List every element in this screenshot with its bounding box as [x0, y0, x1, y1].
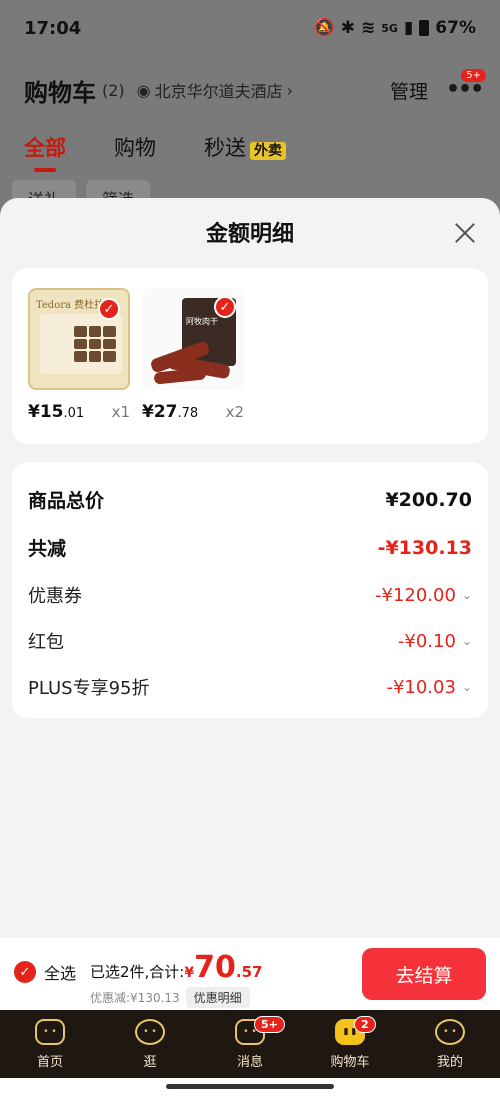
- chevron-right-icon: ›: [286, 80, 294, 100]
- messages-badge: 5+: [254, 1016, 285, 1033]
- network-label: 5G: [381, 21, 398, 35]
- product-image: 阿牧肉干 ✓: [142, 288, 244, 390]
- checkmark-icon: ✓: [98, 298, 120, 320]
- nav-profile[interactable]: • • 我的: [400, 1010, 500, 1078]
- nav-label: 消息: [236, 1054, 263, 1070]
- cart-header: 购物车 (2) ◉ 北京华尔道夫酒店 › 管理 ••• 5+: [24, 68, 486, 112]
- select-all-toggle[interactable]: ✓ 全选: [14, 960, 76, 984]
- takeout-badge: 外卖: [250, 142, 286, 160]
- products-card: Tedora 费杜拉 ✓ ¥15.01 x1 阿牧肉干 ✓ ¥27.78 x2: [12, 268, 488, 444]
- eye-icon: ◉: [136, 80, 151, 100]
- plus-discount-value: -¥10.03 ⌄: [386, 676, 472, 698]
- home-indicator-bar[interactable]: [166, 1084, 334, 1089]
- redpacket-value: -¥0.10 ⌄: [397, 630, 472, 652]
- checkout-totals: 已选2件,合计: ¥70.57 优惠减:¥130.13 优惠明细: [90, 950, 262, 1008]
- product-item[interactable]: Tedora 费杜拉 ✓ ¥15.01 x1: [28, 288, 130, 422]
- nav-label: 首页: [36, 1054, 63, 1070]
- product-brand: 阿牧肉干: [186, 317, 218, 326]
- discount-line: 优惠减:¥130.13 优惠明细: [90, 987, 262, 1008]
- tab-express-label: 秒送: [204, 136, 246, 160]
- more-button[interactable]: ••• 5+: [446, 69, 486, 105]
- close-icon[interactable]: [450, 218, 480, 248]
- chevron-down-icon: ⌄: [461, 680, 472, 694]
- total-amount: ¥70.57: [184, 950, 263, 985]
- checkmark-icon: ✓: [214, 296, 236, 318]
- mute-icon: 🔕: [313, 18, 335, 38]
- nav-browse[interactable]: • • 逛: [100, 1010, 200, 1078]
- cart-count: (2): [102, 80, 125, 100]
- profile-icon: • •: [435, 1018, 465, 1045]
- manage-button[interactable]: 管理: [390, 77, 428, 104]
- chevron-down-icon: ⌄: [461, 588, 472, 602]
- plus-discount-label: PLUS专享95折: [28, 678, 150, 699]
- coupon-row[interactable]: 优惠券 -¥120.00 ⌄: [28, 582, 472, 608]
- sheet-title: 金额明细: [205, 222, 294, 247]
- battery-percent: 67%: [435, 18, 476, 38]
- plus-discount-row[interactable]: PLUS专享95折 -¥10.03 ⌄: [28, 674, 472, 700]
- coupon-value: -¥120.00 ⌄: [375, 584, 472, 606]
- total-price-value: ¥200.70: [385, 488, 472, 511]
- chocolate-grid-graphic: [74, 326, 116, 362]
- product-price: ¥27.78: [142, 402, 199, 422]
- selected-count-text: 已选2件,合计:: [90, 963, 185, 981]
- tab-express[interactable]: 秒送 外卖: [204, 132, 286, 162]
- total-reduce-value: -¥130.13: [377, 536, 472, 559]
- home-icon: • •: [35, 1018, 65, 1045]
- total-price-row: 商品总价 ¥200.70: [28, 486, 472, 513]
- select-all-label: 全选: [44, 964, 77, 983]
- product-meta: ¥15.01 x1: [28, 402, 130, 422]
- amount-detail-sheet: 金额明细 Tedora 费杜拉 ✓ ¥15.01 x1 阿牧肉干 ✓ ¥27.7…: [0, 198, 500, 938]
- signal-icon: ▮: [403, 18, 414, 38]
- nav-label: 逛: [143, 1054, 157, 1070]
- total-reduce-label: 共减: [28, 538, 67, 560]
- more-badge: 5+: [461, 69, 486, 82]
- nav-label: 我的: [436, 1054, 463, 1070]
- product-price: ¥15.01: [28, 402, 85, 422]
- total-price-label: 商品总价: [28, 490, 105, 512]
- wifi-icon: ≋: [361, 18, 376, 38]
- product-meta: ¥27.78 x2: [142, 402, 244, 422]
- product-item[interactable]: 阿牧肉干 ✓ ¥27.78 x2: [142, 288, 244, 422]
- total-line: 已选2件,合计: ¥70.57: [90, 950, 262, 985]
- status-time: 17:04: [24, 17, 82, 39]
- checkout-bar: ✓ 全选 已选2件,合计: ¥70.57 优惠减:¥130.13 优惠明细 去结…: [0, 938, 500, 1010]
- coupon-label: 优惠券: [28, 586, 82, 607]
- total-reduce-row: 共减 -¥130.13: [28, 534, 472, 561]
- discount-detail-button[interactable]: 优惠明细: [185, 987, 250, 1008]
- product-quantity: x1: [111, 403, 130, 421]
- battery-icon: [419, 20, 430, 36]
- status-icons: 🔕 ✱ ≋ 5G ▮ 67%: [314, 18, 476, 38]
- nav-label: 购物车: [330, 1054, 370, 1070]
- tab-all[interactable]: 全部: [24, 132, 66, 172]
- nav-cart[interactable]: ▮ ▮ 2 购物车: [300, 1010, 400, 1078]
- checkout-button[interactable]: 去结算: [362, 948, 486, 1000]
- nav-messages[interactable]: • • 5+ 消息: [200, 1010, 300, 1078]
- home-indicator: [0, 1078, 500, 1100]
- bottom-nav: • • 首页 • • 逛 • • 5+ 消息 ▮ ▮ 2 购物车 • • 我的: [0, 1010, 500, 1078]
- discount-text: 优惠减:¥130.13: [90, 991, 180, 1005]
- cart-tabs: 全部 购物 秒送 外卖: [24, 132, 286, 172]
- redpacket-label: 红包: [28, 632, 64, 653]
- delivery-location[interactable]: ◉ 北京华尔道夫酒店 ›: [137, 78, 293, 102]
- product-image: Tedora 费杜拉 ✓: [28, 288, 130, 390]
- chevron-down-icon: ⌄: [461, 634, 472, 648]
- browse-icon: • •: [135, 1018, 165, 1045]
- product-brand: Tedora 费杜拉: [36, 300, 105, 311]
- nav-home[interactable]: • • 首页: [0, 1010, 100, 1078]
- location-text: 北京华尔道夫酒店: [154, 82, 283, 101]
- cart-badge: 2: [354, 1016, 376, 1033]
- cart-title: 购物车: [24, 78, 96, 107]
- status-bar: 17:04 🔕 ✱ ≋ 5G ▮ 67%: [0, 0, 500, 56]
- redpacket-row[interactable]: 红包 -¥0.10 ⌄: [28, 628, 472, 654]
- tab-shopping[interactable]: 购物: [114, 132, 156, 162]
- bluetooth-icon: ✱: [340, 18, 355, 38]
- product-quantity: x2: [225, 403, 244, 421]
- price-summary-card: 商品总价 ¥200.70 共减 -¥130.13 优惠券 -¥120.00 ⌄ 红…: [12, 462, 488, 718]
- checkmark-icon: ✓: [14, 961, 36, 983]
